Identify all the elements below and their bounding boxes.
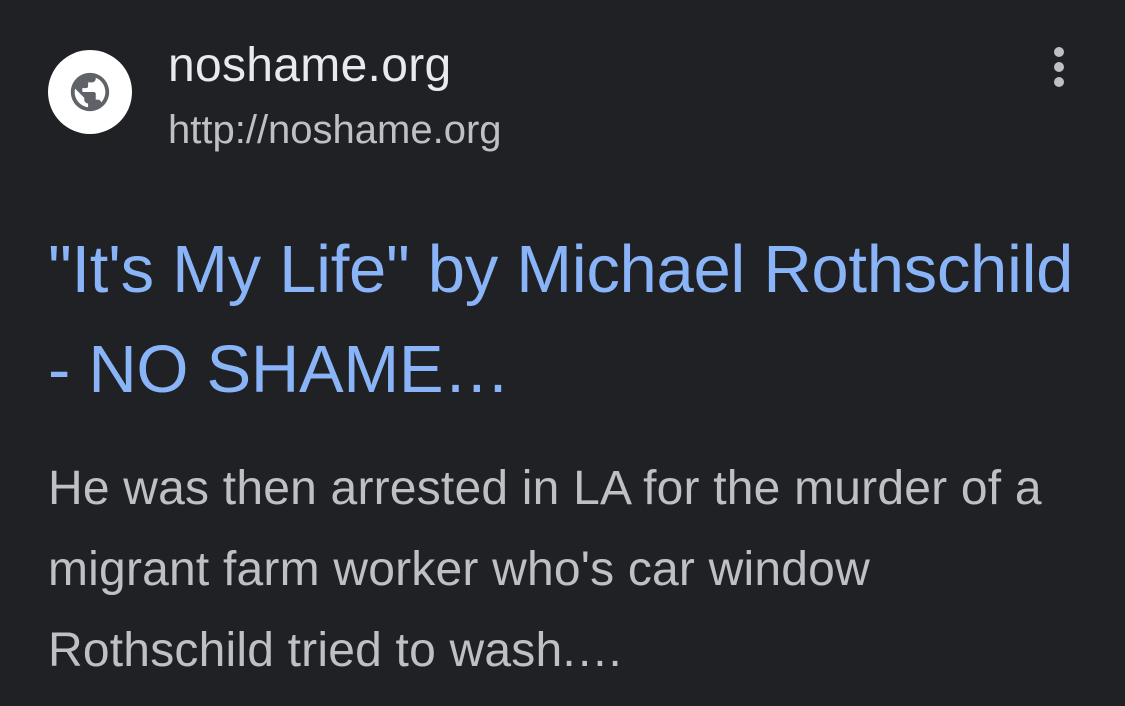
result-snippet: He was then arrested in LA for the murde… xyxy=(48,462,1042,677)
globe-icon xyxy=(70,72,110,112)
site-favicon[interactable] xyxy=(48,50,132,134)
result-title-link[interactable]: "It's My Life" by Michael Rothschild - N… xyxy=(48,220,1088,420)
site-name[interactable]: noshame.org xyxy=(168,38,451,94)
more-options-button[interactable] xyxy=(1034,40,1084,94)
site-url[interactable]: http://noshame.org xyxy=(168,106,502,154)
more-vert-icon xyxy=(1054,47,1064,87)
search-result-card: noshame.org http://noshame.org "It's My … xyxy=(0,0,1125,706)
